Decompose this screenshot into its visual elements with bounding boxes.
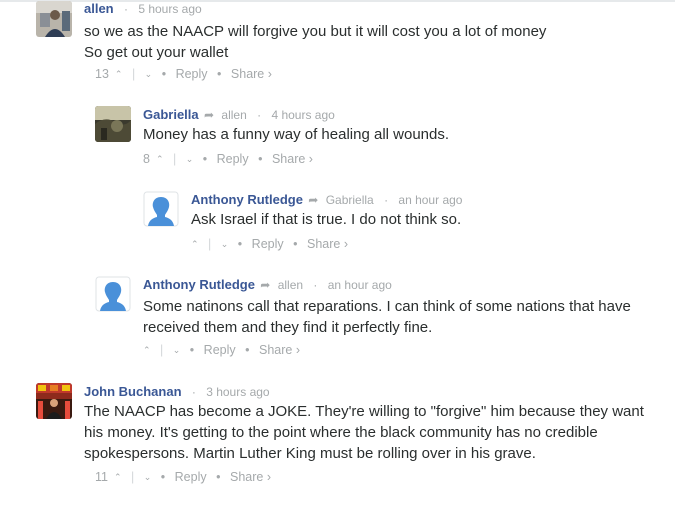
- comment-body: so we as the NAACP will forgive you but …: [84, 21, 546, 63]
- reply-button[interactable]: Reply: [204, 343, 236, 357]
- timestamp[interactable]: an hour ago: [328, 278, 392, 292]
- comment: John Buchanan · 3 hours ago The NAACP ha…: [36, 383, 666, 493]
- comment-body: Ask Israel if that is true. I do not thi…: [191, 209, 461, 230]
- author-name[interactable]: Gabriella: [143, 107, 199, 122]
- reply-arrow-icon: ➦: [308, 193, 319, 207]
- upvote-icon[interactable]: ⌃: [191, 239, 199, 249]
- upvote-icon[interactable]: ⌃: [143, 345, 151, 355]
- author-name[interactable]: Anthony Rutledge: [191, 192, 303, 207]
- reply-button[interactable]: Reply: [217, 152, 249, 166]
- comment-text-line: The NAACP has become a JOKE. They're wil…: [84, 403, 644, 420]
- user-avatar[interactable]: [95, 106, 131, 142]
- comment-actions: 8 ⌃ | ⌄ • Reply • Share ›: [143, 151, 319, 168]
- user-avatar[interactable]: [36, 383, 72, 419]
- separator-dot: •: [237, 237, 243, 251]
- separator-dot: •: [217, 67, 222, 81]
- timestamp[interactable]: 5 hours ago: [138, 2, 201, 16]
- upvote-icon[interactable]: ⌃: [114, 472, 122, 482]
- upvote-icon[interactable]: ⌃: [115, 69, 123, 79]
- vote-divider: |: [131, 67, 136, 81]
- comment-body: Some natinons call that reparations. I c…: [143, 296, 631, 338]
- comment-header: Gabriella ➦ allen · 4 hours ago: [143, 107, 335, 123]
- comment: Gabriella ➦ allen · 4 hours ago Money ha…: [95, 106, 655, 170]
- share-button[interactable]: Share ›: [307, 237, 348, 251]
- separator-dot: ·: [191, 385, 196, 399]
- avatar-photo-icon: [36, 1, 72, 37]
- default-avatar-icon: [143, 191, 179, 227]
- separator-dot: •: [245, 343, 250, 357]
- comment-header: Anthony Rutledge ➦ Gabriella · an hour a…: [191, 192, 462, 208]
- avatar-photo-icon: [36, 383, 72, 419]
- upvote-icon[interactable]: ⌃: [156, 154, 164, 164]
- separator-dot: •: [161, 67, 167, 81]
- reply-button[interactable]: Reply: [252, 237, 284, 251]
- comment-actions: ⌃ | ⌄ • Reply • Share ›: [191, 236, 354, 253]
- comment-body: Money has a funny way of healing all wou…: [143, 124, 449, 145]
- reply-arrow-icon: ➦: [203, 108, 215, 122]
- reply-arrow-icon: ➦: [260, 278, 271, 292]
- comment-header: John Buchanan · 3 hours ago: [84, 384, 270, 400]
- vote-divider: |: [131, 470, 135, 484]
- timestamp[interactable]: an hour ago: [398, 193, 462, 207]
- vote-divider: |: [160, 343, 164, 357]
- default-avatar-icon: [95, 276, 131, 312]
- reply-button[interactable]: Reply: [175, 470, 207, 484]
- share-button[interactable]: Share ›: [272, 152, 313, 166]
- in-reply-to-link[interactable]: allen: [221, 108, 246, 122]
- downvote-icon[interactable]: ⌄: [144, 472, 152, 482]
- downvote-icon[interactable]: ⌄: [221, 239, 229, 249]
- downvote-icon[interactable]: ⌄: [186, 154, 194, 164]
- vote-count: 8: [143, 152, 150, 166]
- downvote-icon[interactable]: ⌄: [173, 345, 181, 355]
- separator-dot: •: [293, 237, 298, 251]
- separator-dot: •: [216, 470, 221, 484]
- comment-text-line: spokespersons. Martin Luther King must b…: [84, 445, 536, 462]
- user-avatar[interactable]: [143, 191, 179, 227]
- comment-text-line: so we as the NAACP will forgive you but …: [84, 23, 547, 40]
- in-reply-to-link[interactable]: Gabriella: [326, 193, 374, 207]
- separator-dot: •: [160, 470, 166, 484]
- author-name[interactable]: John Buchanan: [84, 384, 182, 399]
- vote-count: 13: [95, 67, 109, 81]
- comment: Anthony Rutledge ➦ allen · an hour ago S…: [95, 276, 665, 362]
- separator-dot: ·: [313, 278, 318, 292]
- share-button[interactable]: Share ›: [259, 343, 300, 357]
- comment-actions: ⌃ | ⌄ • Reply • Share ›: [143, 342, 306, 359]
- share-button[interactable]: Share ›: [231, 67, 272, 81]
- comment: Anthony Rutledge ➦ Gabriella · an hour a…: [143, 191, 663, 255]
- comment-text-line: his money. It's getting to the point whe…: [84, 424, 598, 441]
- comment-header: allen · 5 hours ago: [84, 1, 202, 17]
- comment-actions: 13 ⌃ | ⌄ • Reply • Share ›: [95, 66, 278, 83]
- user-avatar[interactable]: [95, 276, 131, 312]
- vote-divider: |: [208, 237, 212, 251]
- vote-divider: |: [172, 152, 177, 166]
- author-name[interactable]: allen: [84, 1, 114, 16]
- separator-dot: •: [258, 152, 263, 166]
- author-name[interactable]: Anthony Rutledge: [143, 277, 255, 292]
- separator-dot: ·: [384, 193, 389, 207]
- share-button[interactable]: Share ›: [230, 470, 271, 484]
- comment-text-line: Ask Israel if that is true. I do not thi…: [191, 211, 462, 228]
- comment-actions: 11 ⌃ | ⌄ • Reply • Share ›: [95, 469, 277, 486]
- comment-header: Anthony Rutledge ➦ allen · an hour ago: [143, 277, 392, 293]
- comment: allen · 5 hours ago so we as the NAACP w…: [36, 1, 656, 85]
- reply-button[interactable]: Reply: [176, 67, 208, 81]
- separator-dot: ·: [257, 108, 262, 122]
- downvote-icon[interactable]: ⌄: [145, 69, 153, 79]
- timestamp[interactable]: 4 hours ago: [271, 108, 334, 122]
- vote-count: 11: [95, 470, 108, 484]
- avatar-photo-icon: [95, 106, 131, 142]
- user-avatar[interactable]: [36, 1, 72, 37]
- comment-text-line: Some natinons call that reparations. I c…: [143, 298, 631, 315]
- separator-dot: ·: [123, 2, 128, 16]
- comment-text-line: So get out your wallet: [84, 44, 229, 61]
- in-reply-to-link[interactable]: allen: [278, 278, 303, 292]
- separator-dot: •: [189, 343, 195, 357]
- comment-text-line: received them and they find it perfectly…: [143, 319, 433, 336]
- comment-text-line: Money has a funny way of healing all wou…: [143, 126, 450, 143]
- timestamp[interactable]: 3 hours ago: [206, 385, 269, 399]
- comment-body: The NAACP has become a JOKE. They're wil…: [84, 401, 644, 464]
- separator-dot: •: [202, 152, 208, 166]
